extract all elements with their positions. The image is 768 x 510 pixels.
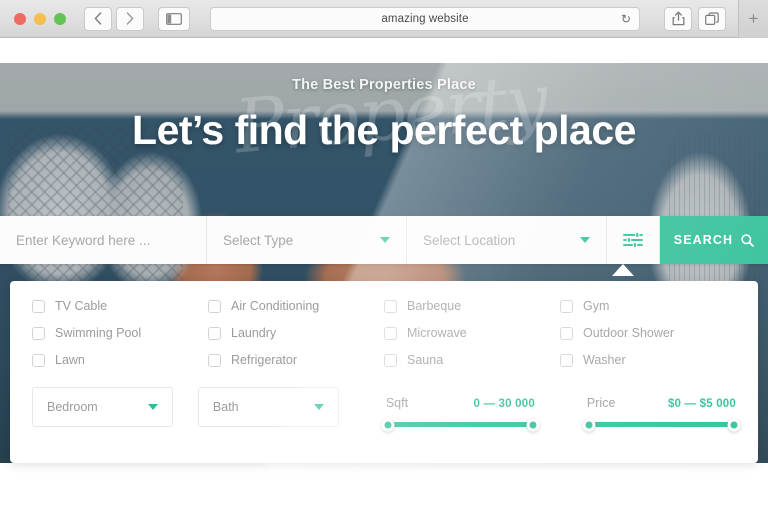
- navigation-buttons: [84, 6, 144, 31]
- chevron-down-icon: [580, 237, 590, 243]
- amenity-label: Refrigerator: [231, 353, 297, 367]
- amenity-checkbox-tv-cable[interactable]: TV Cable: [32, 299, 208, 313]
- window-traffic-lights: [14, 12, 66, 25]
- toolbar-right-actions: [664, 6, 726, 31]
- search-button[interactable]: SEARCH: [660, 216, 768, 264]
- checkbox-icon[interactable]: [384, 326, 397, 340]
- amenity-checkbox-swimming-pool[interactable]: Swimming Pool: [32, 326, 208, 340]
- hero-kicker: The Best Properties Place: [292, 77, 476, 93]
- amenity-label: Microwave: [407, 326, 467, 340]
- amenity-label: Air Conditioning: [231, 299, 320, 313]
- keyword-input-placeholder: Enter Keyword here ...: [16, 232, 151, 248]
- checkbox-icon[interactable]: [208, 326, 221, 340]
- search-button-label: SEARCH: [673, 233, 734, 247]
- price-slider-label: Price: [586, 396, 616, 410]
- checkbox-icon[interactable]: [32, 353, 45, 367]
- sqft-slider-header: Sqft 0 — 30 000: [386, 396, 535, 410]
- amenity-label: Barbeque: [407, 299, 462, 313]
- advanced-filter-panel: TV Cable Air Conditioning Barbeque Gym S…: [10, 281, 758, 463]
- sqft-slider-track[interactable]: [381, 418, 540, 431]
- bath-select[interactable]: Bath: [197, 387, 339, 427]
- checkbox-icon[interactable]: [208, 353, 221, 367]
- sqft-slider-value: 0 — 30 000: [473, 398, 535, 410]
- filter-controls-row: Bedroom Bath Sqft 0 — 30 000 Price $0 — …: [32, 387, 741, 431]
- checkbox-icon[interactable]: [32, 326, 45, 340]
- advanced-filter-toggle[interactable]: [607, 216, 660, 264]
- checkbox-icon[interactable]: [560, 326, 573, 340]
- amenity-label: Outdoor Shower: [583, 326, 675, 340]
- hero-title: Let’s find the perfect place: [132, 107, 636, 153]
- amenity-checkbox-lawn[interactable]: Lawn: [32, 353, 208, 367]
- address-bar[interactable]: amazing website ↻: [210, 6, 640, 31]
- amenity-label: Sauna: [407, 353, 444, 367]
- amenity-checkbox-outdoor-shower[interactable]: Outdoor Shower: [560, 326, 736, 340]
- sqft-slider-handle-max[interactable]: [526, 418, 540, 431]
- tab-overview-button[interactable]: [698, 6, 726, 31]
- amenity-label: TV Cable: [55, 299, 108, 313]
- back-button[interactable]: [84, 6, 112, 31]
- amenity-label: Lawn: [55, 353, 85, 367]
- amenity-checkbox-refrigerator[interactable]: Refrigerator: [208, 353, 384, 367]
- amenity-checkbox-washer[interactable]: Washer: [560, 353, 736, 367]
- forward-button[interactable]: [116, 6, 144, 31]
- checkbox-icon[interactable]: [208, 299, 221, 313]
- checkbox-icon[interactable]: [384, 353, 397, 367]
- location-select-label: Select Location: [423, 232, 516, 248]
- checkbox-icon[interactable]: [560, 353, 573, 367]
- bedroom-select-label: Bedroom: [47, 400, 98, 414]
- amenity-checkbox-gym[interactable]: Gym: [560, 299, 736, 313]
- price-slider-handle-max[interactable]: [727, 418, 741, 431]
- amenity-label: Swimming Pool: [55, 326, 142, 340]
- checkbox-icon[interactable]: [560, 299, 573, 313]
- amenity-label: Washer: [583, 353, 626, 367]
- price-slider-handle-min[interactable]: [582, 418, 596, 431]
- browser-toolbar: amazing website ↻ +: [0, 0, 768, 38]
- bath-select-label: Bath: [212, 400, 239, 414]
- price-slider-track[interactable]: [582, 418, 741, 431]
- chevron-right-icon: [126, 12, 134, 25]
- type-select[interactable]: Select Type: [207, 216, 407, 264]
- sqft-slider-handle-min[interactable]: [381, 418, 395, 431]
- chevron-down-icon: [380, 237, 390, 243]
- new-tab-button[interactable]: +: [738, 0, 768, 38]
- share-icon: [672, 11, 684, 26]
- page-content: Property The Best Properties Place Let’s…: [0, 38, 768, 510]
- reload-icon[interactable]: ↻: [621, 13, 631, 25]
- tabs-overview-icon: [705, 11, 719, 25]
- search-icon: [741, 233, 755, 247]
- amenity-checkbox-barbeque[interactable]: Barbeque: [384, 299, 560, 313]
- checkbox-icon[interactable]: [384, 299, 397, 313]
- address-bar-text: amazing website: [381, 12, 469, 25]
- amenities-checkbox-grid: TV Cable Air Conditioning Barbeque Gym S…: [32, 299, 736, 367]
- type-select-label: Select Type: [223, 232, 294, 248]
- close-window-button[interactable]: [14, 12, 26, 25]
- sqft-range-slider[interactable]: Sqft 0 — 30 000: [381, 396, 540, 431]
- checkbox-icon[interactable]: [32, 299, 45, 313]
- location-select[interactable]: Select Location: [407, 216, 607, 264]
- search-bar: Enter Keyword here ... Select Type Selec…: [0, 216, 768, 264]
- amenity-label: Laundry: [231, 326, 277, 340]
- share-button[interactable]: [664, 6, 692, 31]
- amenity-checkbox-sauna[interactable]: Sauna: [384, 353, 560, 367]
- price-slider-value: $0 — $5 000: [667, 398, 736, 410]
- keyword-input[interactable]: Enter Keyword here ...: [0, 216, 207, 264]
- price-slider-header: Price $0 — $5 000: [587, 396, 736, 410]
- price-range-slider[interactable]: Price $0 — $5 000: [582, 396, 741, 431]
- amenity-checkbox-laundry[interactable]: Laundry: [208, 326, 384, 340]
- sliders-icon: [623, 232, 643, 248]
- sqft-slider-label: Sqft: [385, 396, 409, 410]
- hero-copy: The Best Properties Place Let’s find the…: [0, 63, 768, 154]
- filter-panel-pointer: [612, 264, 634, 276]
- amenity-checkbox-air-conditioning[interactable]: Air Conditioning: [208, 299, 384, 313]
- chevron-left-icon: [94, 12, 102, 25]
- minimize-window-button[interactable]: [34, 12, 46, 25]
- sidebar-icon: [166, 12, 182, 25]
- toggle-sidebar-button[interactable]: [158, 6, 190, 31]
- amenity-label: Gym: [583, 299, 610, 313]
- amenity-checkbox-microwave[interactable]: Microwave: [384, 326, 560, 340]
- chevron-down-icon: [147, 404, 158, 410]
- bedroom-select[interactable]: Bedroom: [32, 387, 173, 427]
- chevron-down-icon: [313, 404, 324, 410]
- maximize-window-button[interactable]: [54, 12, 66, 25]
